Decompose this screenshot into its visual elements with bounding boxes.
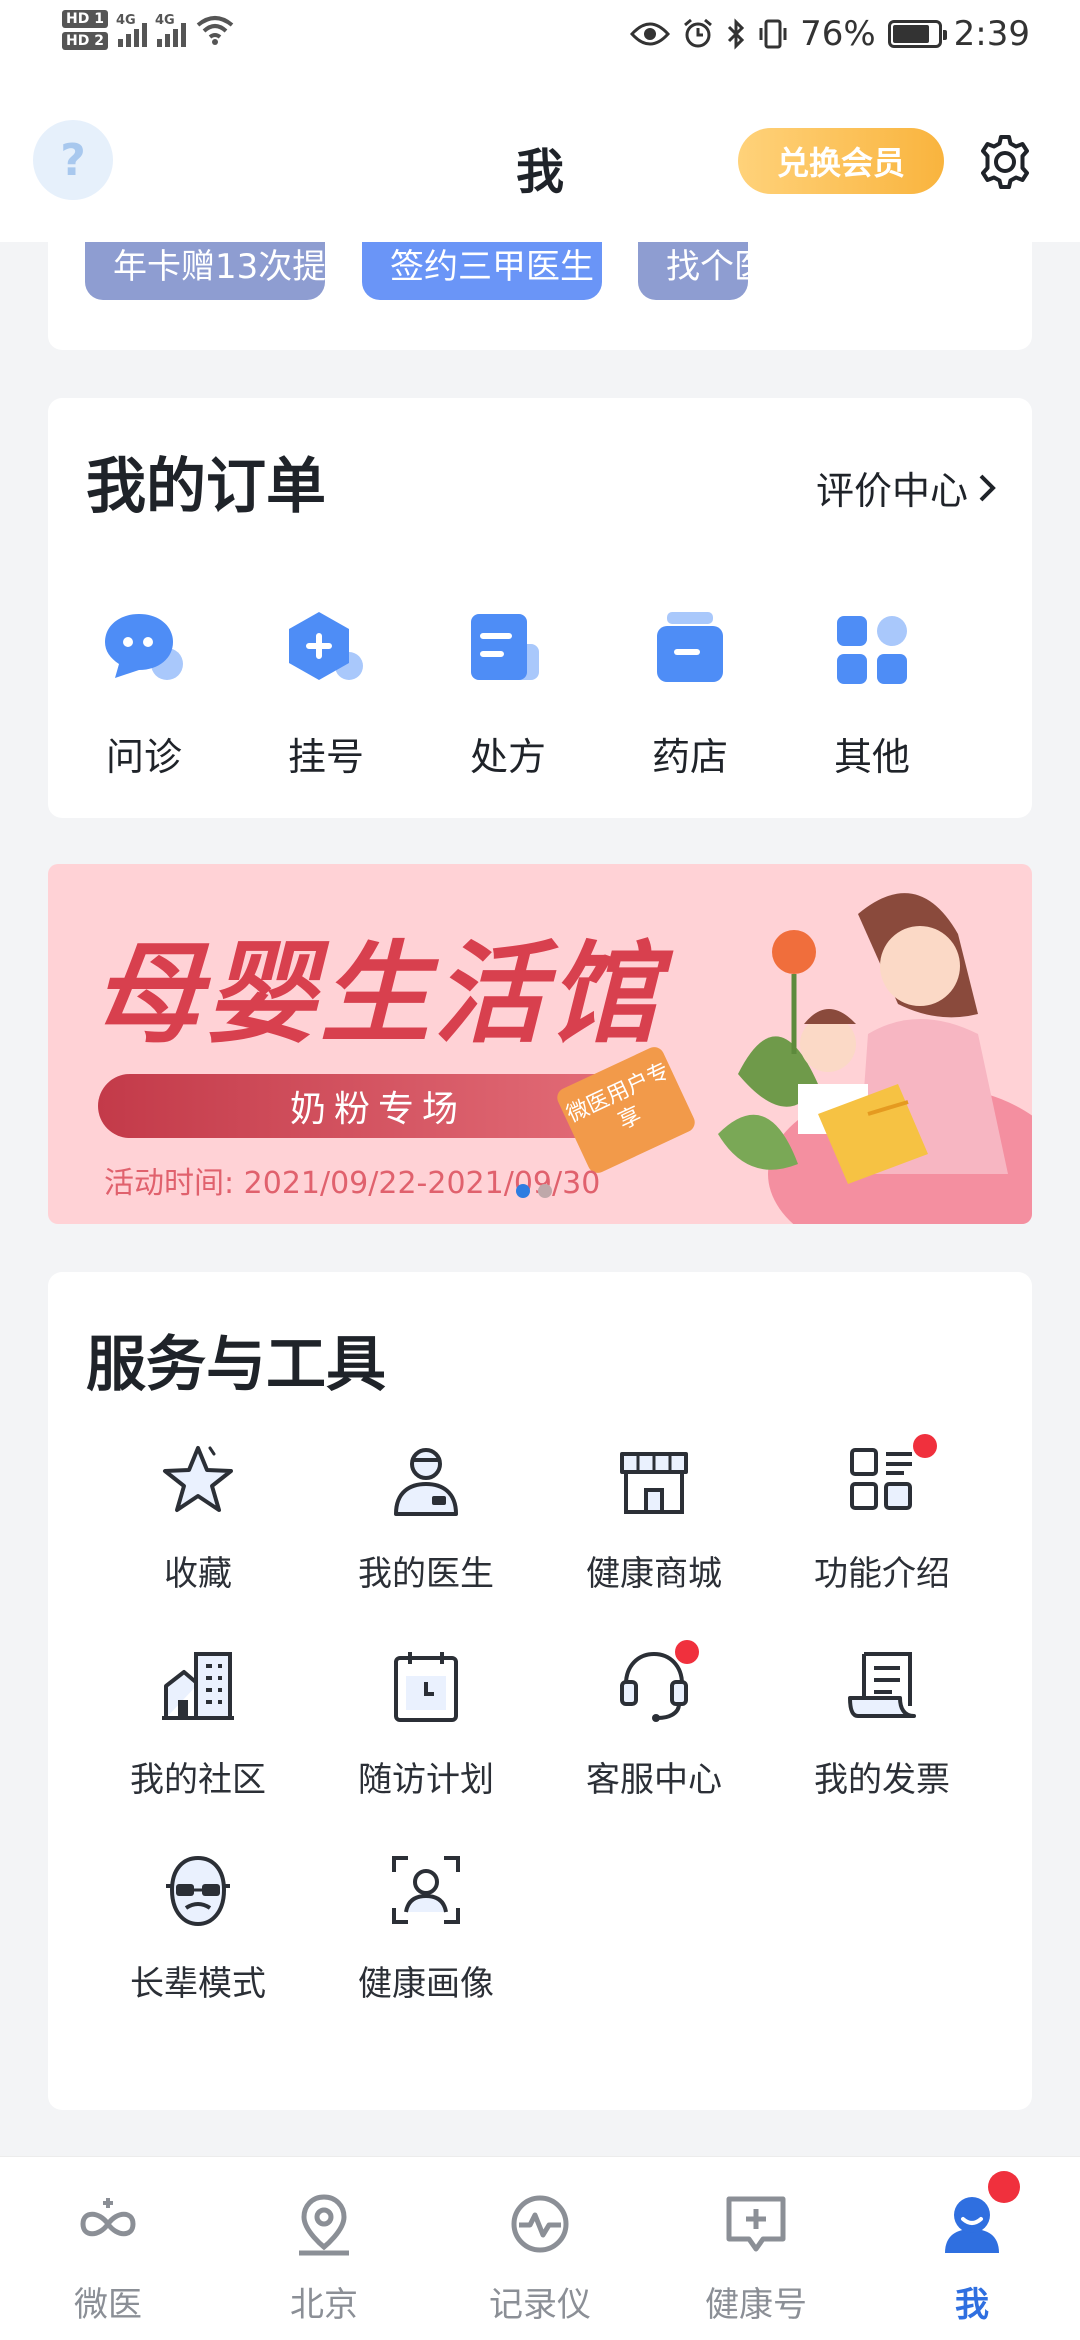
chat-bubble-icon [105,614,183,680]
nav-tab-weiyi[interactable]: 微医 [28,2189,188,2326]
service-follow-up-plan[interactable]: 随访计划 [331,1646,521,1801]
signal-icon-1: 4G [115,13,147,47]
service-my-invoice-label: 我的发票 [814,1760,950,1800]
wifi-icon [196,16,234,45]
nav-label-weiyi: 微医 [74,2285,142,2325]
elder-face-icon [166,1855,230,1927]
battery-percent: 76% [800,14,876,54]
service-my-doctor-label: 我的医生 [358,1554,494,1594]
promo-banner[interactable]: 母婴生活馆 奶粉专场 微医用户专享 活动时间: 2021/09/22-2021/… [48,864,1032,1224]
service-health-portrait-label: 健康画像 [358,1964,494,2004]
order-registration[interactable]: 挂号 [251,608,401,781]
network-type-2: 4G [154,13,175,28]
notification-dot [988,2171,1020,2203]
banner-title: 母婴生活馆 [92,930,662,1058]
service-my-doctor[interactable]: 我的医生 [331,1440,521,1595]
service-follow-up-plan-label: 随访计划 [358,1760,494,1800]
doctor-icon [394,1448,458,1516]
service-health-mall-label: 健康商城 [586,1554,722,1594]
service-my-community-label: 我的社区 [130,1760,266,1800]
nav-tab-health-account[interactable]: 健康号 [676,2189,836,2326]
new-badge-dot [675,1640,699,1664]
my-orders-card: 我的订单 评价中心 问诊 挂号 处方 药店 其他 [48,398,1032,818]
services-title: 服务与工具 [86,1330,386,1400]
network-indicators: HD 1 HD 2 4G 4G [62,10,234,50]
service-feature-intro-label: 功能介绍 [814,1554,950,1594]
network-type-1: 4G [115,13,136,28]
clock-time: 2:39 [953,14,1030,54]
pagination-dot[interactable] [538,1184,552,1198]
order-prescription-label: 处方 [469,735,546,779]
nav-label-location: 北京 [290,2285,358,2325]
service-my-invoice[interactable]: 我的发票 [787,1646,977,1801]
medicine-bottle-icon [657,612,723,682]
app-header: ? 我 兑换会员 [0,80,1080,242]
promo-pill-annual[interactable]: 年卡赠13次提问 [85,242,325,300]
prescription-icon [471,614,539,680]
alarm-icon [684,18,713,48]
infinity-logo-icon [80,2198,136,2237]
order-others[interactable]: 其他 [797,608,947,781]
system-indicators: 76% 2:39 [630,14,1030,54]
order-pharmacy-label: 药店 [651,735,728,779]
service-favorites-label: 收藏 [164,1554,232,1594]
bottom-nav: 微医 北京 记录仪 健康号 我 [0,2156,1080,2340]
services-tools-card: 服务与工具 收藏 我的医生 健康商城 功能介绍 我的社区 随访计划 客服中心 我… [48,1272,1032,2110]
new-badge-dot [913,1434,937,1458]
order-prescription[interactable]: 处方 [433,608,583,781]
service-feature-intro[interactable]: 功能介绍 [787,1434,977,1595]
membership-promo-card: 年卡赠13次提问 签约三甲医生 找个医 [48,242,1032,350]
review-center-label: 评价中心 [815,469,968,513]
bluetooth-icon [728,18,745,50]
heartbeat-circle-icon [511,2195,569,2253]
chevron-right-icon [979,474,996,501]
hd2-badge: HD 2 [62,32,108,50]
calendar-clock-icon [394,1652,458,1722]
nav-tab-me[interactable]: 我 [892,2171,1052,2326]
order-consultation-label: 问诊 [105,735,182,779]
eye-icon [630,22,671,46]
hexagon-plus-icon [289,612,363,680]
feature-list-icon [850,1448,912,1510]
message-plus-icon [726,2196,786,2252]
invoice-icon [848,1652,916,1718]
community-building-icon [162,1652,234,1720]
hd1-badge: HD 1 [62,10,108,28]
order-registration-label: 挂号 [287,735,364,779]
nav-label-me: 我 [955,2285,989,2325]
review-center-link[interactable]: 评价中心 [816,460,996,515]
location-pin-icon [299,2194,349,2256]
service-favorites[interactable]: 收藏 [103,1440,293,1595]
nav-label-health-account: 健康号 [705,2285,807,2325]
service-customer-service-label: 客服中心 [586,1760,722,1800]
nav-tab-location[interactable]: 北京 [244,2189,404,2326]
pagination-dot-active[interactable] [516,1184,530,1198]
banner-pagination [516,1184,552,1198]
service-customer-service[interactable]: 客服中心 [559,1640,749,1801]
orders-title: 我的订单 [86,452,326,522]
vibrate-icon [759,19,787,49]
settings-gear-icon[interactable] [975,132,1035,192]
star-icon [163,1446,233,1512]
face-scan-icon [392,1856,460,1924]
promo-pill-find-doctor[interactable]: 找个医 [638,242,748,300]
nav-tab-recorder[interactable]: 记录仪 [460,2189,620,2326]
order-others-label: 其他 [833,735,910,779]
battery-icon [887,20,947,48]
signal-icon-2: 4G [154,13,186,47]
order-pharmacy[interactable]: 药店 [615,608,765,781]
service-health-mall[interactable]: 健康商城 [559,1440,749,1595]
promo-pill-sign-doctor[interactable]: 签约三甲医生 [362,242,602,300]
service-health-portrait[interactable]: 健康画像 [331,1850,521,2005]
service-elder-mode-label: 长辈模式 [130,1964,266,2004]
order-consultation[interactable]: 问诊 [69,608,219,781]
grid-apps-icon [837,616,907,684]
nav-label-recorder: 记录仪 [489,2285,591,2325]
redeem-membership-button[interactable]: 兑换会员 [738,128,944,194]
status-bar: HD 1 HD 2 4G 4G 76% 2:39 [0,0,1080,80]
service-my-community[interactable]: 我的社区 [103,1646,293,1801]
service-elder-mode[interactable]: 长辈模式 [103,1850,293,2005]
store-icon [620,1452,688,1514]
mother-child-illustration [718,893,1032,1224]
